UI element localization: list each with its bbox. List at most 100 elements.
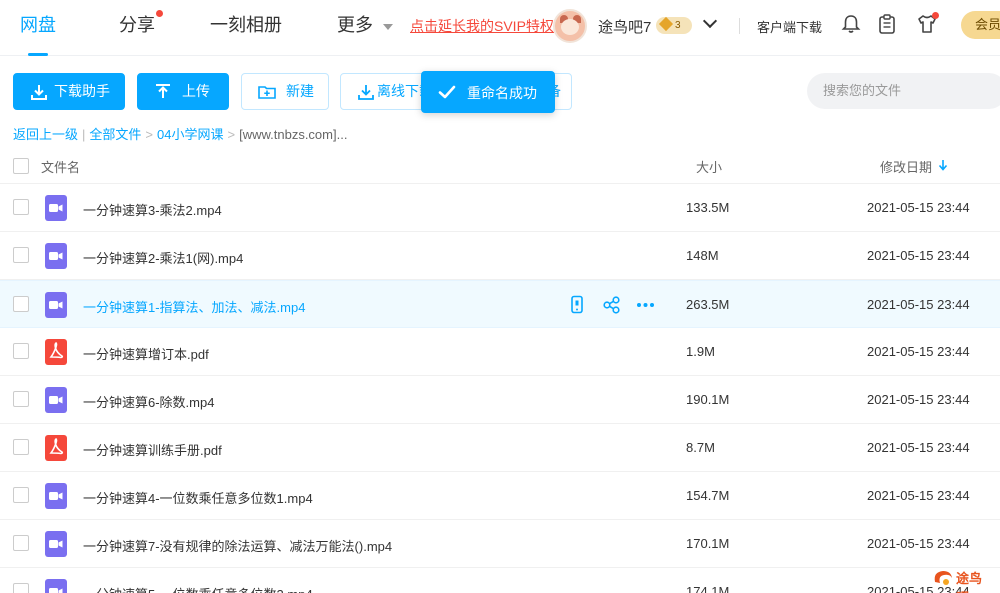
column-header-name[interactable]: 文件名: [41, 157, 80, 176]
search-input[interactable]: 搜索您的文件: [807, 73, 1000, 109]
table-row[interactable]: 一分钟速算3-乘法2.mp4 133.5M 2021-05-15 23:44: [0, 184, 1000, 232]
row-checkbox[interactable]: [13, 439, 29, 455]
row-checkbox[interactable]: [13, 343, 29, 359]
divider: [739, 18, 740, 34]
client-download-link[interactable]: 客户端下载: [757, 17, 822, 36]
file-size: 1.9M: [686, 344, 715, 359]
row-checkbox[interactable]: [13, 199, 29, 215]
sort-down-arrow-icon[interactable]: [938, 159, 948, 171]
download-helper-button[interactable]: 下载助手: [13, 73, 125, 110]
avatar[interactable]: [553, 9, 587, 43]
row-checkbox[interactable]: [13, 296, 29, 312]
table-row[interactable]: 一分钟速算4-一位数乘任意多位数1.mp4 154.7M 2021-05-15 23…: [0, 472, 1000, 520]
file-size: 263.5M: [686, 297, 730, 312]
bell-icon[interactable]: [840, 13, 862, 35]
more-options-icon[interactable]: [636, 295, 655, 315]
table-row[interactable]: 一分钟速算增订本.pdf 1.9M 2021-05-15 23:44: [0, 328, 1000, 376]
file-name[interactable]: 一分钟速算5-一位数乘任意多位数2.mp4: [83, 584, 313, 593]
select-all-checkbox[interactable]: [13, 158, 29, 174]
breadcrumb-back[interactable]: 返回上一级: [13, 127, 78, 142]
toast-message: 重命名成功: [467, 85, 537, 101]
file-modified-date: 2021-05-15 23:44: [867, 200, 970, 215]
column-header-modified[interactable]: 修改日期: [880, 157, 932, 176]
send-to-phone-icon[interactable]: [568, 295, 587, 315]
table-row[interactable]: 一分钟速算7-没有规律的除法运算、减法万能法().mp4 170.1M 2021-0…: [0, 520, 1000, 568]
table-row[interactable]: 一分钟速算训练手册.pdf 8.7M 2021-05-15 23:44: [0, 424, 1000, 472]
breadcrumb-separator: >: [227, 127, 236, 142]
new-folder-button[interactable]: 新建: [241, 73, 329, 110]
video-file-icon: [45, 483, 67, 509]
offline-download-icon: [358, 85, 374, 100]
video-file-icon: [45, 579, 67, 593]
file-table-header: 文件名 大小 修改日期: [0, 146, 1000, 184]
file-name[interactable]: 一分钟速算增订本.pdf: [83, 344, 209, 363]
download-icon: [31, 85, 47, 100]
watermark-text: 途鸟吧: [956, 571, 983, 593]
file-size: 133.5M: [686, 200, 730, 215]
video-file-icon: [45, 387, 67, 413]
vip-diamond-icon: [658, 16, 674, 32]
file-name[interactable]: 一分钟速算7-没有规律的除法运算、减法万能法().mp4: [83, 536, 392, 555]
column-header-size[interactable]: 大小: [696, 157, 722, 176]
shirt-badge-dot: [932, 12, 939, 19]
row-checkbox[interactable]: [13, 535, 29, 551]
vip-level-badge: 3: [656, 16, 692, 34]
table-row[interactable]: 一分钟速算6-除数.mp4 190.1M 2021-05-15 23:44: [0, 376, 1000, 424]
file-size: 8.7M: [686, 440, 715, 455]
video-file-icon: [45, 531, 67, 557]
site-watermark: 途鸟吧: [928, 566, 994, 593]
username[interactable]: 途鸟吧7: [598, 16, 651, 37]
file-size: 148M: [686, 248, 719, 263]
row-checkbox[interactable]: [13, 391, 29, 407]
row-checkbox[interactable]: [13, 247, 29, 263]
file-name[interactable]: 一分钟速算1-指算法、加法、减法.mp4: [83, 297, 305, 316]
table-row[interactable]: 一分钟速算5-一位数乘任意多位数2.mp4174.1M2021-05-15 23…: [0, 568, 1000, 593]
table-row[interactable]: 一分钟速算2-乘法1(网).mp4 148M 2021-05-15 23:44: [0, 232, 1000, 280]
file-name[interactable]: 一分钟速算训练手册.pdf: [83, 440, 222, 459]
row-checkbox[interactable]: [13, 583, 29, 593]
row-checkbox[interactable]: [13, 487, 29, 503]
share-badge-dot: [156, 10, 163, 17]
file-name[interactable]: 一分钟速算2-乘法1(网).mp4: [83, 248, 243, 267]
table-row[interactable]: 一分钟速算1-指算法、加法、减法.mp4 263.5M 2021-05-15 23:…: [0, 280, 1000, 328]
upload-button[interactable]: 上传: [137, 73, 229, 110]
file-modified-date: 2021-05-15 23:44: [867, 536, 970, 551]
tab-share[interactable]: 分享: [119, 12, 155, 42]
rename-success-toast: 重命名成功: [421, 71, 555, 113]
avatar-face: [561, 19, 579, 35]
tab-moments-album[interactable]: 一刻相册: [210, 12, 282, 42]
file-name[interactable]: 一分钟速算4-一位数乘任意多位数1.mp4: [83, 488, 313, 507]
file-size: 170.1M: [686, 536, 730, 551]
file-name[interactable]: 一分钟速算3-乘法2.mp4: [83, 200, 222, 219]
breadcrumb-item-folder[interactable]: 04小学网课: [157, 127, 223, 142]
check-icon: [438, 85, 456, 99]
video-file-icon: [45, 292, 67, 318]
file-modified-date: 2021-05-15 23:44: [867, 248, 970, 263]
breadcrumb-item-all-files[interactable]: 全部文件: [89, 127, 141, 142]
file-modified-date: 2021-05-15 23:44: [867, 344, 970, 359]
breadcrumb: 返回上一级 | 全部文件 >04小学网课 > [www.tnbzs.com]...: [13, 124, 347, 143]
file-modified-date: 2021-05-15 23:44: [867, 297, 970, 312]
video-file-icon: [45, 243, 67, 269]
upload-label: 上传: [182, 83, 210, 99]
file-modified-date: 2021-05-15 23:44: [867, 440, 970, 455]
tab-netdisk[interactable]: 网盘: [20, 12, 56, 56]
tab-more[interactable]: 更多: [337, 12, 373, 42]
clipboard-icon[interactable]: [876, 13, 898, 35]
user-menu-chevron-icon[interactable]: [702, 13, 718, 29]
file-size: 190.1M: [686, 392, 730, 407]
pdf-file-icon: [45, 435, 67, 461]
svip-renew-link[interactable]: 点击延长我的SVIP特权: [410, 16, 554, 36]
top-navbar: 网盘 分享 一刻相册 更多 点击延长我的SVIP特权 途鸟吧7 3 客户端下载 …: [0, 0, 1000, 56]
share-icon[interactable]: [602, 295, 621, 315]
file-name[interactable]: 一分钟速算6-除数.mp4: [83, 392, 214, 411]
pdf-file-icon: [45, 339, 67, 365]
new-folder-icon: [258, 86, 276, 99]
video-file-icon: [45, 195, 67, 221]
caret-down-icon: [383, 24, 393, 30]
breadcrumb-separator: >: [145, 127, 154, 142]
download-helper-label: 下载助手: [54, 83, 110, 99]
file-size: 154.7M: [686, 488, 730, 503]
file-modified-date: 2021-05-15 23:44: [867, 488, 970, 503]
member-button[interactable]: 会员: [961, 11, 1000, 39]
